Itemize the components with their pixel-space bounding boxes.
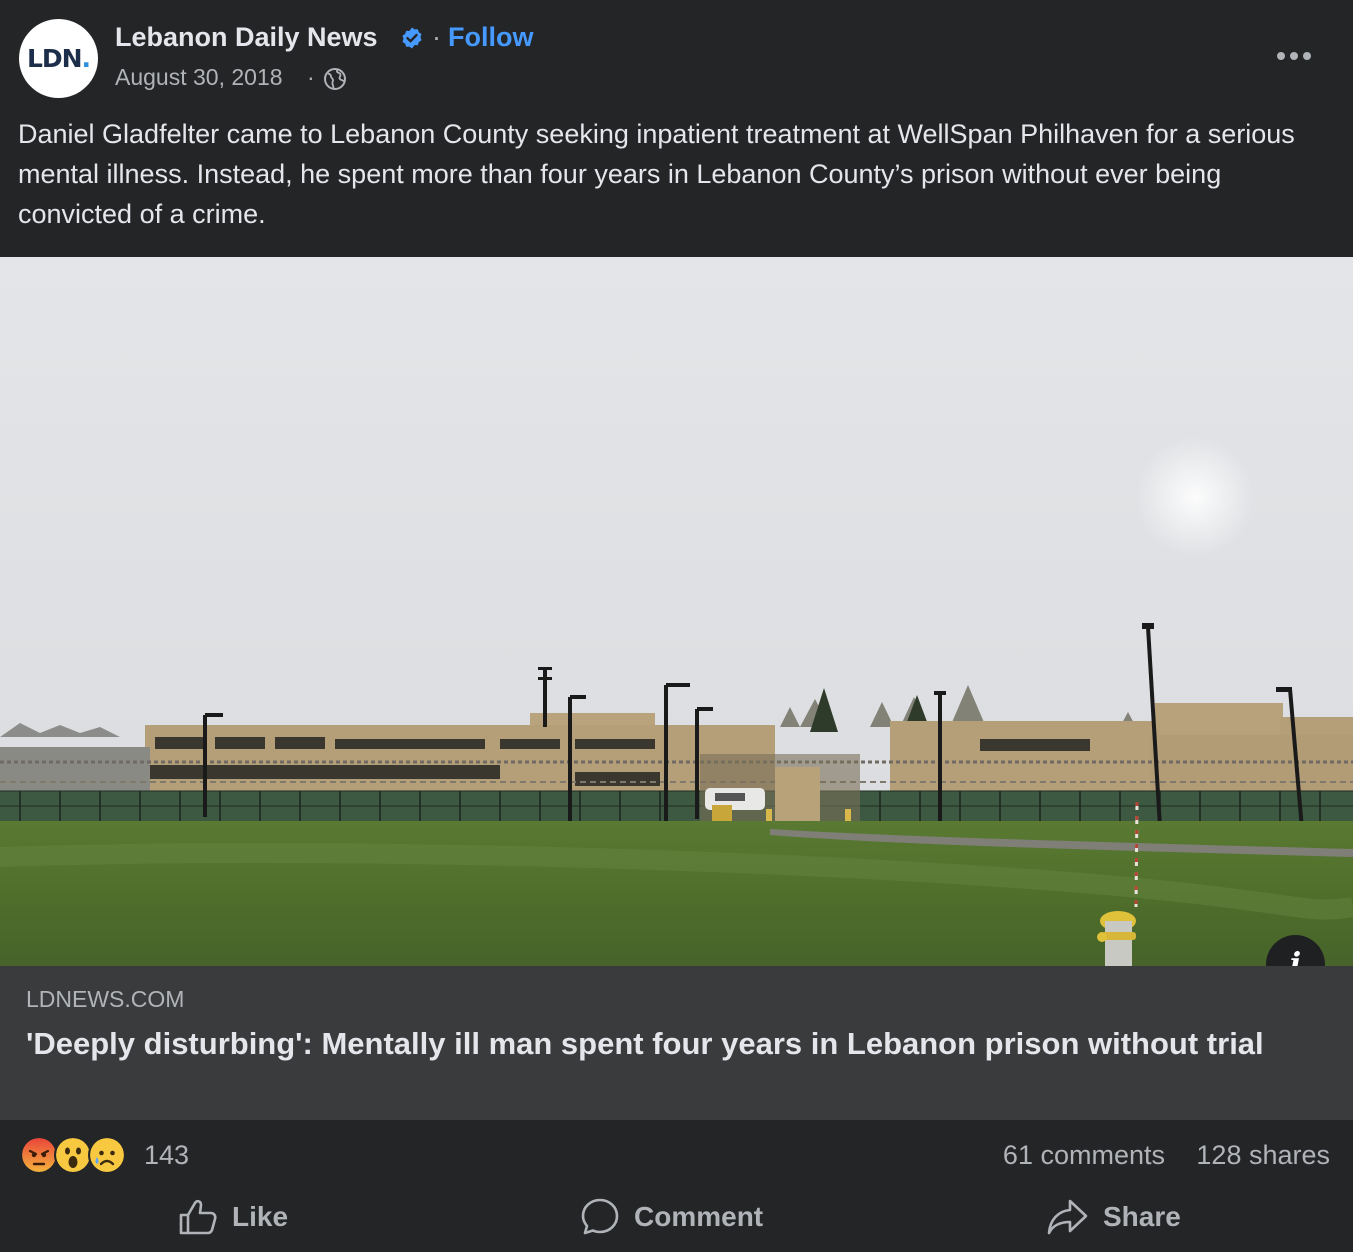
comment-bubble-icon [581,1198,619,1235]
share-label: Share [1103,1201,1181,1232]
date-separator: · [307,64,315,90]
share-button[interactable]: Share [1047,1186,1181,1248]
prison-photo [0,257,1353,966]
avatar-logo-text: LDN [26,44,83,73]
comment-button[interactable]: Comment [580,1186,763,1248]
post-header: LDN. Lebanon Daily News · Follow August … [0,0,1353,110]
thumbs-up-icon [179,1199,217,1235]
comment-label: Comment [634,1201,764,1232]
link-domain: LDNEWS.COM [26,986,185,1012]
post-stats: 143 61 comments 128 shares [0,1130,1353,1182]
globe-icon [324,68,346,90]
follow-button[interactable]: Follow [448,22,533,53]
angry-reaction-icon [20,1136,58,1174]
follow-separator: · [432,22,441,52]
verified-badge-icon [402,27,422,49]
page-avatar[interactable]: LDN. [19,19,98,98]
comments-count-link[interactable]: 61 comments [1003,1140,1165,1171]
shares-count-link[interactable]: 128 shares [1196,1140,1330,1171]
link-preview-image[interactable] [0,257,1353,966]
share-arrow-icon [1047,1199,1088,1235]
like-button[interactable]: Like [178,1186,288,1248]
wow-reaction-icon [54,1136,92,1174]
action-bar: Like Comment Share [0,1186,1353,1248]
avatar-logo-dot: . [81,44,91,73]
post-date-link[interactable]: August 30, 2018 [115,64,283,91]
post-body-text: Daniel Gladfelter came to Lebanon County… [18,119,1295,229]
reaction-count[interactable]: 143 [144,1140,189,1171]
sad-reaction-icon [88,1136,126,1174]
more-options-button[interactable] [1269,36,1319,76]
link-headline: 'Deeply disturbing': Mentally ill man sp… [26,1026,1264,1061]
like-label: Like [232,1201,289,1232]
page-name-link[interactable]: Lebanon Daily News [115,22,378,53]
link-preview[interactable]: LDNEWS.COM 'Deeply disturbing': Mentally… [0,966,1353,1120]
more-dots-icon [1277,52,1311,60]
reactions-summary[interactable] [20,1136,126,1176]
